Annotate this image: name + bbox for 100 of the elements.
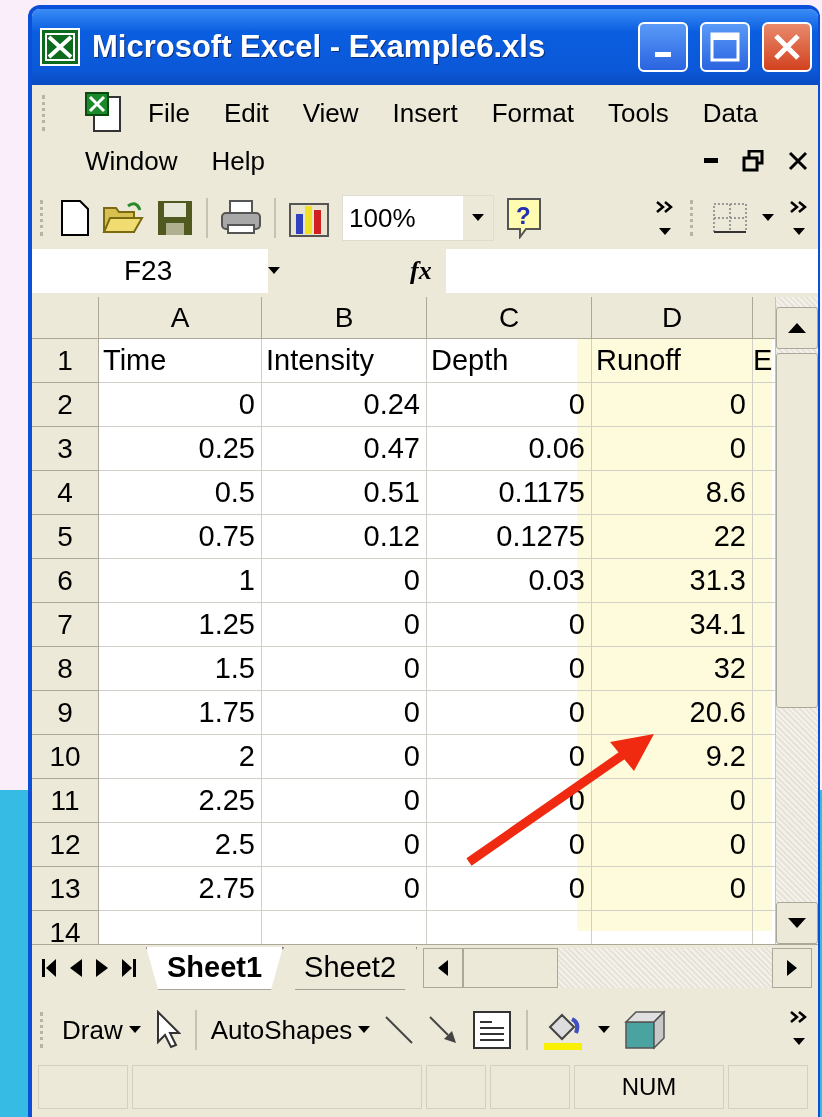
caret-icon xyxy=(358,1026,371,1034)
save-icon[interactable] xyxy=(156,199,194,237)
close-button[interactable] xyxy=(762,22,812,72)
name-box[interactable]: F23 xyxy=(32,249,268,293)
borders-icon[interactable] xyxy=(712,202,748,234)
open-folder-icon[interactable] xyxy=(102,200,144,236)
function-label[interactable]: fx xyxy=(410,256,432,286)
table-cell: 0 xyxy=(262,647,427,691)
printer-icon[interactable] xyxy=(220,199,262,237)
caret-icon xyxy=(598,1026,611,1034)
menu-item[interactable]: Edit xyxy=(223,97,269,129)
close-icon[interactable] xyxy=(788,151,808,171)
row-header[interactable]: 1 xyxy=(32,339,99,383)
row-header[interactable]: 3 xyxy=(32,427,99,471)
row-header[interactable]: 11 xyxy=(32,779,99,823)
table-cell: 0.47 xyxy=(262,427,427,471)
table-cell: 0 xyxy=(262,691,427,735)
menu-item[interactable]: Help xyxy=(211,145,265,177)
table-cell: 0.24 xyxy=(262,383,427,427)
new-document-icon[interactable] xyxy=(60,199,90,237)
menu-item[interactable]: View xyxy=(302,97,359,129)
draw-menu-button[interactable]: Draw xyxy=(62,1014,141,1046)
line-icon[interactable] xyxy=(384,1015,415,1045)
table-cell: 2.75 xyxy=(99,867,262,911)
table-cell: 1.75 xyxy=(99,691,262,735)
table-cell: 0 xyxy=(262,779,427,823)
menu-item[interactable]: Tools xyxy=(608,97,669,129)
table-cell: 1.5 xyxy=(99,647,262,691)
row-header[interactable]: 6 xyxy=(32,559,99,603)
last-sheet-icon[interactable] xyxy=(122,959,136,977)
row-header[interactable]: 2 xyxy=(32,383,99,427)
zoom-field[interactable]: 100% xyxy=(342,195,494,241)
row-header[interactable]: 14 xyxy=(32,911,99,944)
menu-item[interactable]: File xyxy=(148,97,190,129)
minimize-button[interactable] xyxy=(638,22,688,72)
arrow-icon[interactable] xyxy=(428,1015,459,1045)
column-header[interactable]: D xyxy=(592,297,753,339)
horizontal-scrollbar[interactable] xyxy=(423,948,812,988)
vertical-scrollbar[interactable] xyxy=(775,297,818,944)
row-header[interactable]: 7 xyxy=(32,603,99,647)
table-cell: 0.51 xyxy=(262,471,427,515)
table-cell: 2 xyxy=(99,735,262,779)
table-cell: 0.5 xyxy=(99,471,262,515)
sheet-tab[interactable]: Sheet1 xyxy=(146,946,284,990)
cube-icon[interactable] xyxy=(624,1010,667,1050)
menu-item[interactable]: Insert xyxy=(392,97,458,129)
corner-cell[interactable] xyxy=(32,297,99,339)
table-cell: 2.5 xyxy=(99,823,262,867)
help-icon[interactable]: ? xyxy=(506,197,542,239)
scroll-left-icon[interactable] xyxy=(438,960,449,976)
row-header[interactable]: 12 xyxy=(32,823,99,867)
column-header[interactable]: A xyxy=(99,297,262,339)
table-cell: Time xyxy=(99,339,262,383)
window-title: Microsoft Excel - Example6.xls xyxy=(92,29,547,65)
maximize-button[interactable] xyxy=(700,22,750,72)
row-header[interactable]: 4 xyxy=(32,471,99,515)
menu-item[interactable]: Window xyxy=(85,145,178,177)
status-panel xyxy=(426,1065,486,1109)
menu-item[interactable]: Format xyxy=(491,97,574,129)
menu-item[interactable]: Data xyxy=(702,97,758,129)
formula-field[interactable] xyxy=(445,249,818,293)
table-cell: 0 xyxy=(262,603,427,647)
table-cell: 0.25 xyxy=(99,427,262,471)
previous-sheet-icon[interactable] xyxy=(70,959,82,977)
row-header[interactable]: 9 xyxy=(32,691,99,735)
dropdown-caret-icon xyxy=(268,267,280,275)
row-header[interactable]: 10 xyxy=(32,735,99,779)
scroll-up-icon[interactable] xyxy=(788,323,806,333)
table-cell: 1.25 xyxy=(99,603,262,647)
table-cell: 2.25 xyxy=(99,779,262,823)
workbook-icon[interactable] xyxy=(84,91,124,135)
pointer-icon[interactable] xyxy=(154,1010,181,1050)
table-cell: 0 xyxy=(262,867,427,911)
text-box-icon[interactable] xyxy=(472,1010,513,1050)
status-indicator: NUM xyxy=(574,1065,724,1109)
maximize-icon xyxy=(710,32,740,62)
restore-icon[interactable] xyxy=(742,150,764,172)
caret-icon xyxy=(128,1026,141,1034)
table-cell: 0 xyxy=(99,383,262,427)
table-cell: Intensity xyxy=(262,339,427,383)
table-cell: 0.12 xyxy=(262,515,427,559)
column-header[interactable]: C xyxy=(427,297,592,339)
column-header[interactable]: B xyxy=(262,297,427,339)
row-header[interactable]: 13 xyxy=(32,867,99,911)
row-header[interactable]: 8 xyxy=(32,647,99,691)
table-cell: 0.75 xyxy=(99,515,262,559)
next-sheet-icon[interactable] xyxy=(96,959,108,977)
minimize-icon xyxy=(655,51,671,57)
sheet-tab[interactable]: Sheet2 xyxy=(283,946,418,990)
caret-icon xyxy=(762,214,774,222)
first-sheet-icon[interactable] xyxy=(42,959,56,977)
scroll-down-icon[interactable] xyxy=(788,918,806,928)
table-cell: 0 xyxy=(262,735,427,779)
minimize-icon[interactable] xyxy=(704,158,718,164)
autoshapes-menu-button[interactable]: AutoShapes xyxy=(210,1014,371,1046)
table-cell: 0 xyxy=(262,823,427,867)
table-cell: 1 xyxy=(99,559,262,603)
caret-icon xyxy=(472,214,484,222)
row-header[interactable]: 5 xyxy=(32,515,99,559)
scroll-right-icon[interactable] xyxy=(787,960,797,976)
